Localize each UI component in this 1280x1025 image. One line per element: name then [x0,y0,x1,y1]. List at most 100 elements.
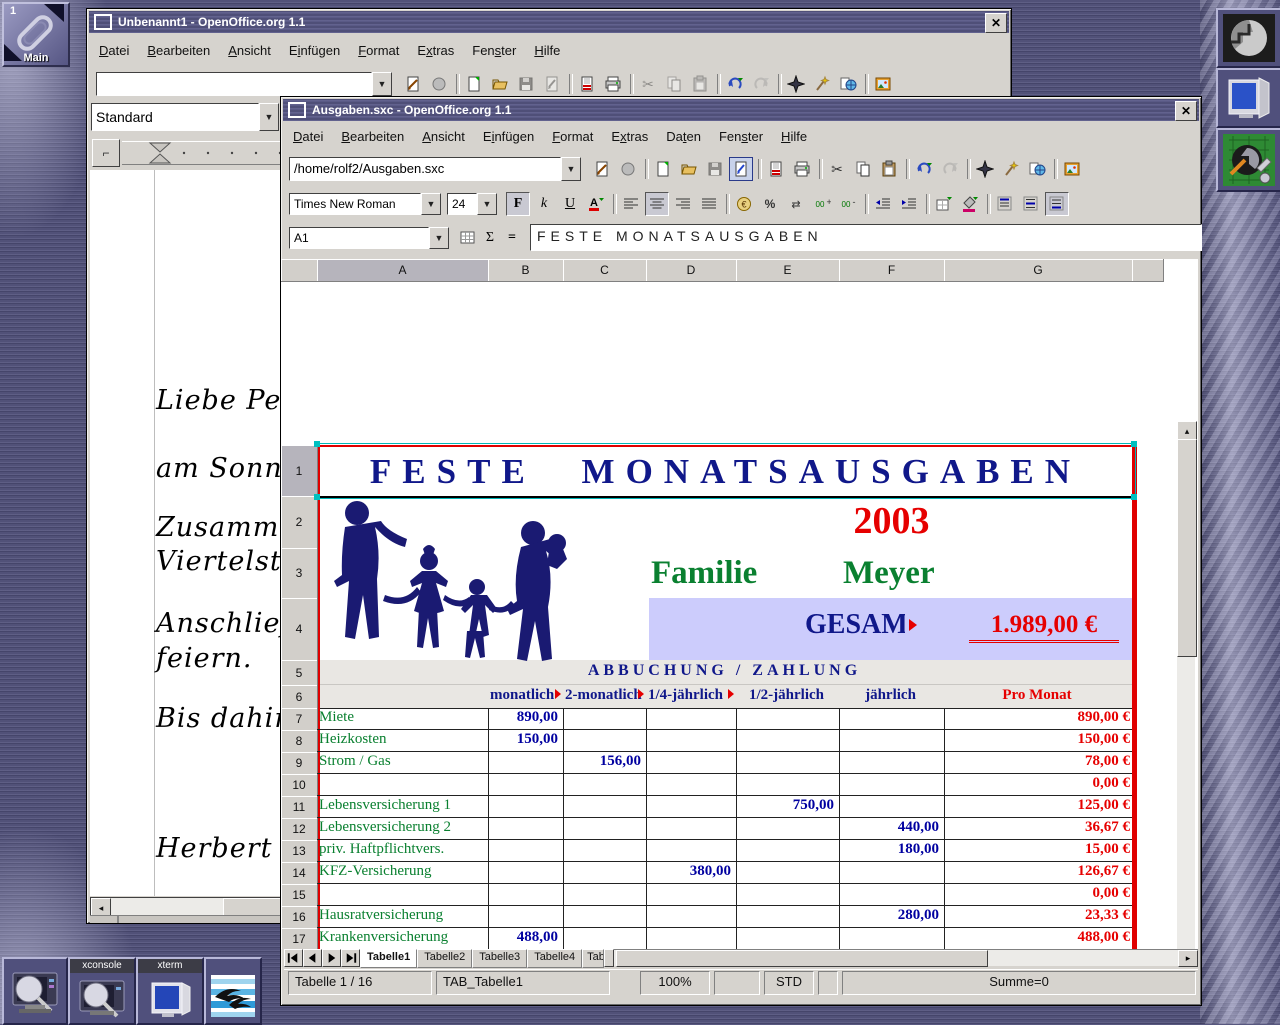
menu-ansicht[interactable]: Ansicht [219,40,280,61]
period-header-pro-monat[interactable]: Pro Monat [946,687,1128,706]
column-header-g[interactable]: G [944,259,1133,282]
cell-value-g13[interactable]: 15,00 € [944,841,1130,858]
pager-main-button[interactable]: 1 Main [2,2,70,67]
menu-format[interactable]: Format [349,40,408,61]
currency-format-icon[interactable]: € [732,192,756,216]
cell-category-label[interactable]: KFZ-Versicherung [319,863,431,880]
row-header-4[interactable]: 4 [281,598,318,661]
cell-category-label[interactable]: Hausratversicherung [319,907,443,924]
valign-bottom-icon[interactable] [1045,192,1069,216]
underline-icon[interactable]: U [558,192,582,216]
table-row[interactable]: Strom / Gas 156,00 78,00 € [317,752,1132,774]
period-header-j-hrlich[interactable]: jährlich [841,687,940,706]
status-zoom[interactable]: 100% [640,971,710,995]
menu-extras[interactable]: Extras [408,40,463,61]
row-header-3[interactable]: 3 [281,548,318,599]
formula-input[interactable]: FESTE MONATSAUSGABEN [530,224,1202,251]
taskbar-magnifier-monitor-button[interactable] [2,957,68,1025]
menu-hilfe[interactable]: Hilfe [772,126,816,147]
cut-icon[interactable]: ✂ [825,157,849,181]
sheet-tab-tabelle4[interactable]: Tabelle4 [527,949,582,968]
save-icon[interactable] [703,157,727,181]
cell-value-g9[interactable]: 78,00 € [944,753,1130,770]
redo-icon[interactable] [749,72,773,96]
chevron-down-icon[interactable]: ▼ [372,72,392,96]
chevron-down-icon[interactable]: ▼ [477,193,497,215]
table-row[interactable]: priv. Haftpflichtvers.180,0015,00 € [317,840,1132,862]
calc-titlebar[interactable]: Ausgaben.sxc - OpenOffice.org 1.1 ✕ [283,99,1199,121]
column-header-c[interactable]: C [563,259,647,282]
delete-decimal-icon[interactable]: 00- [836,192,860,216]
writer-url-combobox[interactable]: ▼ [96,72,392,96]
autopilot-icon[interactable] [616,157,640,181]
cell-value-g12[interactable]: 36,67 € [944,819,1130,836]
cell-family-label[interactable]: Familie [651,555,757,592]
row-header-16[interactable]: 16 [281,906,318,929]
stylist-icon[interactable] [999,157,1023,181]
tabbar-splitter[interactable] [604,949,614,967]
table-row[interactable]: Lebensversicherung 1750,00125,00 € [317,796,1132,818]
paragraph-style-combobox[interactable]: Standard ▼ [91,103,279,133]
cell-category-label[interactable]: Lebensversicherung 1 [319,797,451,814]
column-header-e[interactable]: E [736,259,840,282]
selection-handle[interactable] [1131,494,1137,500]
status-insert-mode[interactable]: STD [764,971,814,995]
cut-icon[interactable]: ✂ [636,72,660,96]
row-header-9[interactable]: 9 [281,752,318,775]
document-text-line[interactable]: feiern. [156,643,252,674]
table-row[interactable]: KFZ-Versicherung380,00126,67 € [317,862,1132,884]
navigator-icon[interactable] [973,157,997,181]
chevron-down-icon[interactable]: ▼ [421,193,441,215]
align-left-icon[interactable] [619,192,643,216]
gallery-icon[interactable] [1060,157,1084,181]
printer-icon[interactable] [601,72,625,96]
scrollbar-thumb[interactable] [616,950,988,967]
cell-category-label[interactable]: Strom / Gas [319,753,391,770]
print-file-icon[interactable] [764,157,788,181]
writer-titlebar[interactable]: Unbenannt1 - OpenOffice.org 1.1 ✕ [89,11,1009,33]
autopilot-icon[interactable] [427,72,451,96]
scrollbar-thumb[interactable] [1177,439,1197,657]
row-header-15[interactable]: 15 [281,884,318,907]
bold-icon[interactable]: F [506,192,530,216]
row-header-11[interactable]: 11 [281,796,318,819]
cell-category-label[interactable]: Heizkosten [319,731,386,748]
open-icon[interactable] [677,157,701,181]
hyperlink-icon[interactable] [1025,157,1049,181]
cell-total-value[interactable]: 1.989,00 € [969,611,1119,643]
valign-top-icon[interactable] [993,192,1017,216]
cell-value-g14[interactable]: 126,67 € [944,863,1130,880]
cell-value-b8[interactable]: 150,00 [488,731,558,748]
cell-reference-field[interactable]: A1 [289,227,429,249]
undo-icon[interactable] [723,72,747,96]
tab-last-icon[interactable] [341,949,360,967]
cell-value-b7[interactable]: 890,00 [488,709,558,726]
row-header-6[interactable]: 6 [281,685,318,709]
cell-value-c9[interactable]: 156,00 [563,753,641,770]
menu-datei[interactable]: Datei [284,126,332,147]
close-icon[interactable]: ✕ [985,13,1007,33]
row-header-1[interactable]: 1 [281,445,318,497]
menu-einf-gen[interactable]: Einfügen [280,40,349,61]
undo-icon[interactable] [912,157,936,181]
percent-format-icon[interactable]: % [758,192,782,216]
sheet-tab-tab[interactable]: Tab [582,949,604,968]
cell-value-g10[interactable]: 0,00 € [944,775,1130,792]
chevron-down-icon[interactable]: ▼ [561,157,581,181]
cell-category-label[interactable]: Miete [319,709,354,726]
menu-fenster[interactable]: Fenster [463,40,525,61]
column-header-stub[interactable] [1132,259,1164,282]
font-name-field[interactable]: Times New Roman [289,193,421,215]
align-center-icon[interactable] [645,192,669,216]
align-justify-icon[interactable] [697,192,721,216]
menu-ansicht[interactable]: Ansicht [413,126,474,147]
function-wizard-icon[interactable] [457,227,479,249]
equals-function-icon[interactable]: = [501,227,523,249]
table-row[interactable]: 0,00 € [317,884,1132,906]
cell-family-name[interactable]: Meyer [843,555,935,592]
menu-einf-gen[interactable]: Einfügen [474,126,543,147]
add-decimal-icon[interactable]: 00+ [810,192,834,216]
cell-category-label[interactable]: Lebensversicherung 2 [319,819,451,836]
row-header-8[interactable]: 8 [281,730,318,753]
scroll-up-icon[interactable]: ▴ [1177,421,1197,441]
